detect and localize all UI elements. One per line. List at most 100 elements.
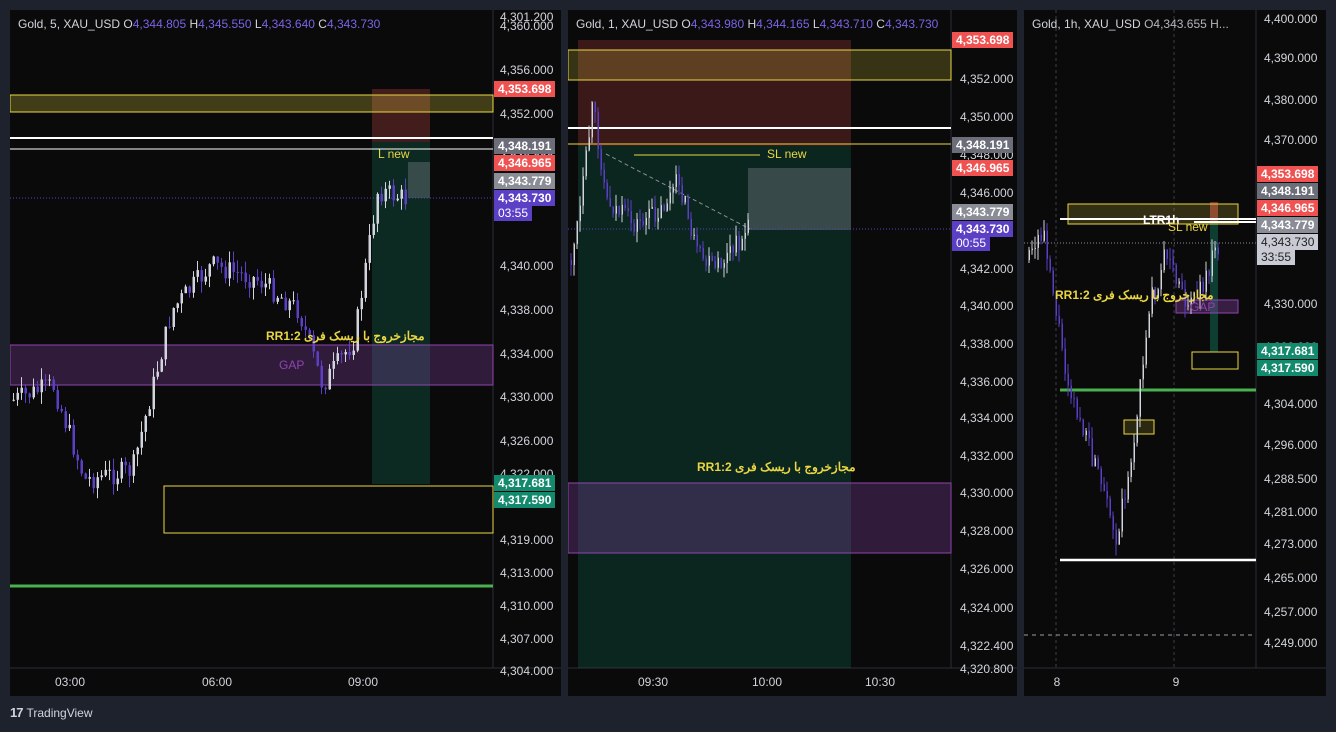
candle-body	[636, 219, 638, 232]
candle-body	[606, 182, 608, 198]
candle-body	[384, 188, 387, 202]
candle-body	[200, 270, 203, 282]
chart-legend: Gold, 1h, XAU_USD O4,343.655 H...	[1032, 17, 1229, 31]
candle-body	[212, 256, 215, 265]
time-tick-label: 9	[1172, 675, 1180, 689]
candle-body	[612, 206, 614, 214]
candle-body	[32, 386, 35, 398]
candle-body	[1133, 442, 1135, 463]
tp1-price-tag: 4,317.681	[494, 475, 556, 491]
candle-body	[594, 102, 596, 113]
candle-body	[276, 297, 279, 302]
candle-body	[1088, 430, 1090, 439]
candle-body	[20, 387, 23, 393]
candle-body	[28, 393, 31, 398]
candle-body	[696, 234, 698, 247]
candle-body	[240, 272, 243, 274]
candle-body	[693, 234, 695, 236]
chart-pane-gold-1m[interactable]: Gold, 1, XAU_USD O4,343.980 H4,344.165 L…	[568, 10, 1017, 696]
price-tick-label: 4,288.500	[1264, 472, 1318, 486]
candle-body	[1139, 379, 1141, 417]
candle-body	[148, 409, 151, 416]
price-tick-label: 4,356.000	[500, 63, 554, 77]
chart-pane-gold-5m[interactable]: Gold, 5, XAU_USD O4,344.805 H4,345.550 L…	[10, 10, 561, 696]
candle-body	[747, 219, 749, 233]
candle-body	[1040, 234, 1042, 241]
candle-body	[705, 258, 707, 266]
candle-body	[388, 185, 391, 189]
candle-body	[735, 235, 737, 253]
gap-label: GAP	[1190, 300, 1216, 314]
candle-body	[108, 469, 111, 471]
candle-body	[400, 189, 403, 199]
candle-body	[136, 447, 139, 455]
chart-pane-gold-1h[interactable]: Gold, 1h, XAU_USD O4,343.655 H... 4,400.…	[1024, 10, 1326, 696]
last-price-tag: 4,343.730	[494, 190, 556, 206]
candle-body	[68, 424, 71, 429]
candle-body	[60, 408, 63, 412]
time-tick-label: 06:00	[201, 675, 233, 689]
price-tick-label: 4,324.000	[960, 601, 1014, 615]
candle-body	[690, 218, 692, 236]
candle-body	[609, 197, 611, 207]
candle-body	[1103, 484, 1105, 492]
tp2-price-tag: 4,317.590	[494, 492, 556, 508]
candle-body	[204, 276, 207, 282]
candle-body	[573, 244, 575, 266]
candle-body	[280, 297, 283, 299]
candle-body	[272, 278, 275, 302]
candle-body	[336, 353, 339, 362]
tradingview-branding[interactable]: 17 TradingView	[10, 705, 93, 720]
sl-price-tag: 4,353.698	[494, 81, 556, 97]
candle-body	[744, 232, 746, 239]
candle-body	[80, 460, 83, 474]
candle-body	[88, 477, 91, 479]
candle-body	[288, 300, 291, 311]
candle-body	[1082, 419, 1084, 436]
candle-body	[702, 247, 704, 259]
candle-body	[678, 174, 680, 186]
chart-canvas-1m[interactable]	[568, 10, 1017, 696]
candle-body	[732, 246, 734, 253]
tp-zone	[1210, 222, 1218, 352]
candle-body	[284, 297, 287, 311]
candle-body	[180, 293, 183, 304]
candle-body	[1112, 515, 1114, 530]
price-tick-label: 4,338.000	[500, 303, 554, 317]
candle-body	[216, 256, 219, 263]
candle-body	[192, 276, 195, 293]
candle-body	[16, 392, 19, 400]
candle-body	[1052, 270, 1054, 294]
price-tick-label: 4,380.000	[1264, 93, 1318, 107]
candle-body	[1031, 248, 1033, 251]
supply-zone	[10, 94, 494, 113]
candle-body	[368, 235, 371, 263]
candle-body	[1187, 305, 1189, 307]
candles-1h	[1028, 220, 1219, 556]
candle-body	[1121, 498, 1123, 532]
price-tick-label: 4,313.000	[500, 566, 554, 580]
candle-body	[717, 257, 719, 268]
candle-body	[648, 208, 650, 218]
candle-body	[1085, 430, 1087, 436]
candle-body	[236, 271, 239, 273]
candle-body	[726, 252, 728, 264]
sl-price-tag: 4,353.698	[952, 32, 1014, 48]
candle-body	[244, 272, 247, 283]
candle-body	[1076, 398, 1078, 418]
countdown-tag: 03:55	[494, 205, 533, 221]
price-tick-label: 4,330.000	[500, 390, 554, 404]
time-tick-label: 09:00	[347, 675, 379, 689]
chart-canvas-5m[interactable]	[10, 10, 561, 696]
time-tick-label: 09:30	[637, 675, 669, 689]
candle-body	[332, 361, 335, 369]
time-tick-label: 10:30	[864, 675, 896, 689]
sl-new-label: L new	[378, 147, 410, 161]
candle-body	[372, 223, 375, 236]
candle-body	[344, 351, 347, 355]
candle-body	[396, 198, 399, 201]
candle-body	[1169, 258, 1171, 260]
candle-body	[600, 149, 602, 170]
candle-body	[1145, 337, 1147, 365]
time-tick-label: 03:00	[54, 675, 86, 689]
